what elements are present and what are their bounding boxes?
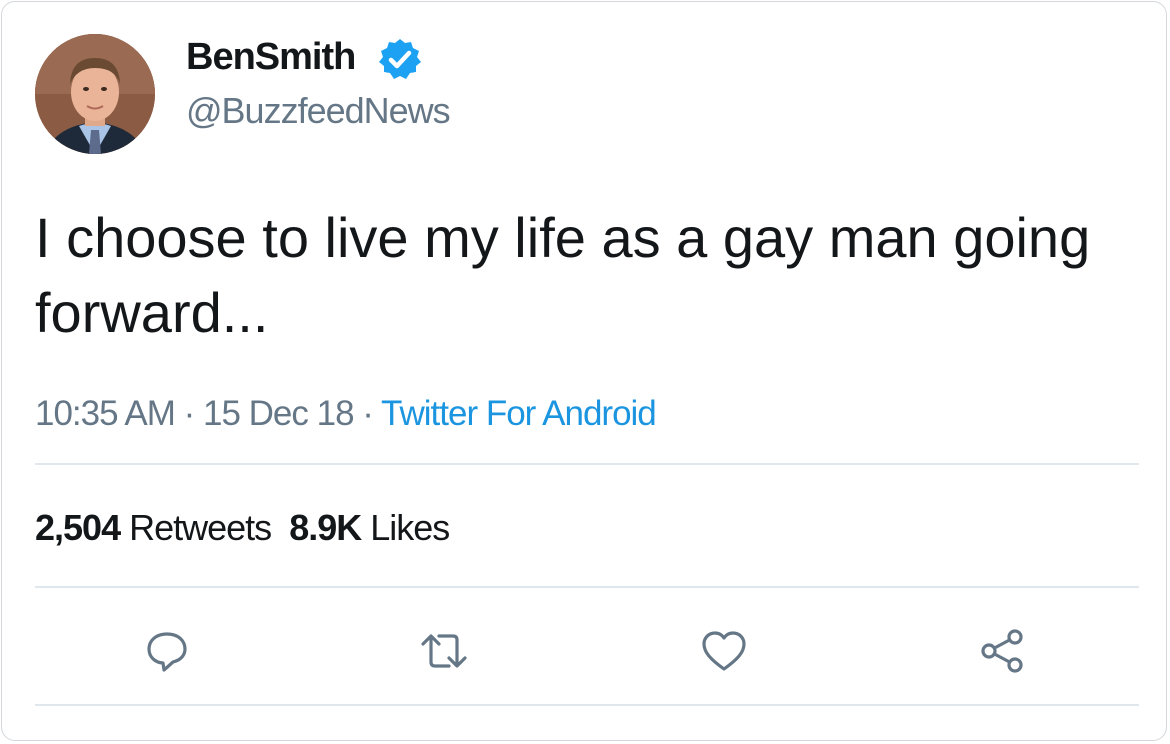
reply-button[interactable] <box>142 626 192 676</box>
tweet-time[interactable]: 10:35 AM <box>35 394 176 433</box>
avatar[interactable] <box>35 34 155 154</box>
likes-label: Likes <box>370 507 450 548</box>
verified-badge-icon <box>379 39 421 79</box>
divider <box>35 586 1139 588</box>
share-icon <box>981 629 1023 673</box>
tweet-source-link[interactable]: Twitter For Android <box>381 394 657 433</box>
likes-stat[interactable]: 8.9K Likes <box>289 507 450 548</box>
like-icon <box>702 631 746 671</box>
tweet-card: BenSmith @BuzzfeedNews I choose to live … <box>1 1 1167 741</box>
divider <box>35 463 1139 465</box>
reply-icon <box>147 632 187 672</box>
tweet-stats: 2,504 Retweets 8.9K Likes <box>35 507 450 549</box>
tweet-date[interactable]: 15 Dec 18 <box>203 394 355 433</box>
retweet-icon <box>421 634 467 668</box>
tweet-text: I choose to live my life as a gay man go… <box>35 206 1091 344</box>
avatar-portrait <box>35 34 155 154</box>
meta-separator: · <box>174 394 203 433</box>
retweets-count: 2,504 <box>35 507 121 548</box>
meta-separator: · <box>353 394 382 433</box>
retweets-label: Retweets <box>129 507 272 548</box>
display-name[interactable]: BenSmith <box>186 36 356 79</box>
likes-count: 8.9K <box>289 507 362 548</box>
retweets-stat[interactable]: 2,504 Retweets <box>35 507 272 548</box>
like-button[interactable] <box>699 626 749 676</box>
retweet-button[interactable] <box>419 626 469 676</box>
divider <box>35 704 1139 706</box>
share-button[interactable] <box>977 626 1027 676</box>
user-handle[interactable]: @BuzzfeedNews <box>186 90 451 132</box>
tweet-meta: 10:35 AM · 15 Dec 18 · Twitter For Andro… <box>35 394 657 434</box>
